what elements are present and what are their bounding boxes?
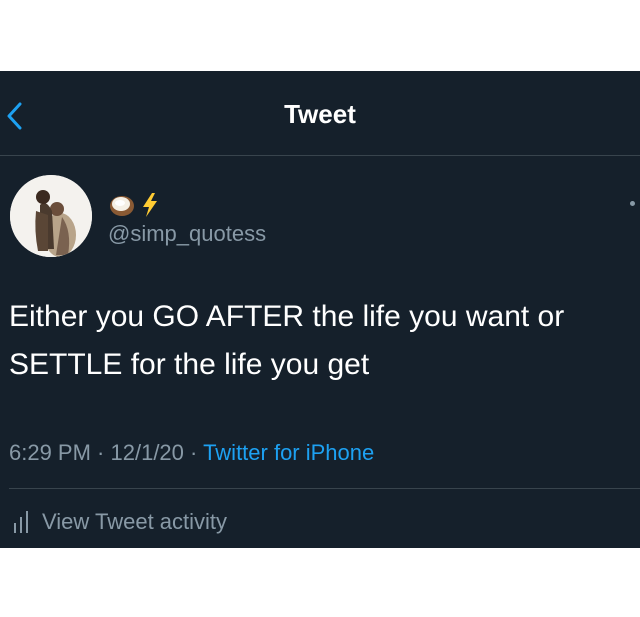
avatar-image	[10, 175, 92, 257]
avatar[interactable]	[10, 175, 92, 257]
view-activity-label: View Tweet activity	[42, 509, 228, 534]
tweet-text-line: SETTLE for the life you get	[9, 348, 370, 381]
tweet-screen: Tweet @simp_quotess Either you GO AFTER …	[0, 71, 640, 548]
meta-separator: ·	[90, 440, 111, 465]
page-title: Tweet	[284, 99, 356, 129]
tweet-time: 6:29 PM	[9, 440, 91, 465]
tweet-text-line: Either you GO AFTER the life you want or	[9, 300, 565, 333]
divider	[9, 488, 640, 489]
header: Tweet	[0, 71, 640, 156]
author-emoji	[108, 191, 160, 219]
tweet-meta: 6:29 PM · 12/1/20 · Twitter for iPhone	[9, 440, 374, 466]
author-handle[interactable]: @simp_quotess	[108, 221, 266, 247]
tweet-date: 12/1/20	[110, 440, 184, 465]
view-activity-button[interactable]: View Tweet activity	[12, 509, 227, 535]
tweet-text: Either you GO AFTER the life you want or…	[9, 293, 639, 389]
page: Tweet @simp_quotess Either you GO AFTER …	[0, 0, 640, 617]
meta-separator: ·	[183, 440, 204, 465]
lightning-icon	[143, 193, 157, 217]
tweet-source-link[interactable]: Twitter for iPhone	[203, 440, 374, 465]
bar-chart-icon	[14, 511, 28, 533]
coconut-icon	[110, 196, 134, 216]
more-options-icon[interactable]	[630, 201, 635, 206]
